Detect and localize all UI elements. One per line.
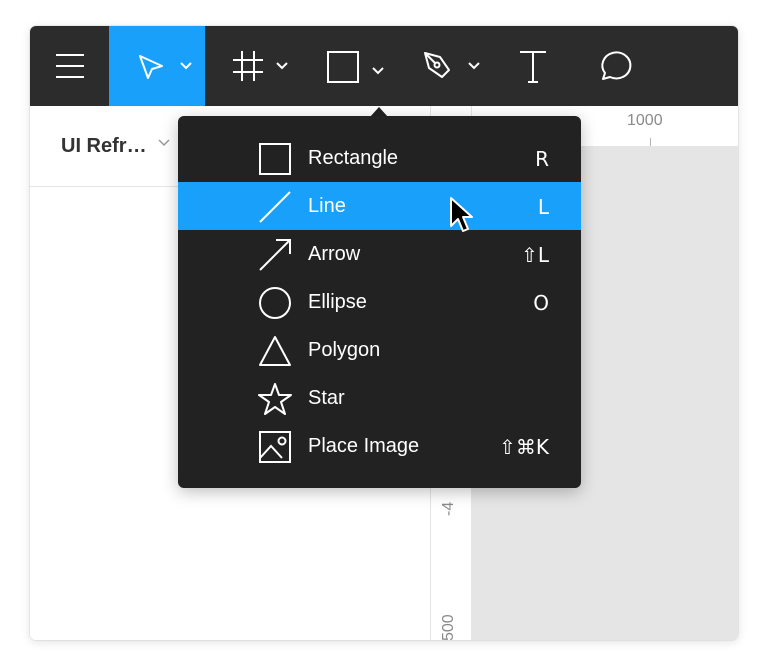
chevron-down-icon[interactable] — [468, 62, 480, 70]
ruler-label: 500 — [440, 614, 457, 640]
mouse-pointer-icon — [450, 197, 473, 232]
text-tool-button[interactable] — [493, 26, 573, 106]
menu-item-shortcut: O — [533, 291, 549, 315]
menu-item-label: Star — [308, 387, 345, 409]
menu-item-arrow[interactable]: Arrow ⇧L — [178, 230, 581, 278]
page-title[interactable]: UI Refr… — [61, 135, 147, 158]
hamburger-menu-icon — [56, 54, 84, 78]
toolbar — [30, 26, 738, 106]
ellipse-icon — [259, 287, 291, 319]
star-icon — [258, 383, 292, 415]
menu-item-shortcut: ⇧⌘K — [499, 435, 549, 459]
chevron-down-icon[interactable] — [276, 62, 288, 70]
chevron-down-icon[interactable] — [372, 67, 384, 75]
comment-icon — [601, 51, 632, 80]
shape-tools-menu: Rectangle R Line L Arrow ⇧L Ellipse O Po… — [178, 116, 581, 488]
frame-tool-button[interactable] — [205, 26, 301, 106]
ruler-tick — [650, 138, 651, 146]
menu-item-label: Polygon — [308, 339, 381, 361]
frame-hash-icon — [233, 51, 263, 81]
menu-item-place-image[interactable]: Place Image ⇧⌘K — [178, 422, 581, 470]
menu-item-polygon[interactable]: Polygon — [178, 326, 581, 374]
rectangle-icon — [327, 51, 359, 83]
menu-item-shortcut: ⇧L — [521, 243, 549, 267]
pen-icon — [424, 52, 450, 78]
menu-item-label: Ellipse — [308, 291, 367, 313]
arrow-icon — [259, 239, 291, 271]
chevron-down-icon[interactable] — [158, 139, 170, 147]
ruler-label: -4 — [440, 501, 457, 516]
shape-tool-button[interactable] — [301, 26, 397, 106]
comment-tool-button[interactable] — [573, 26, 653, 106]
menu-item-shortcut: R — [535, 147, 549, 171]
line-icon — [259, 191, 291, 223]
menu-item-ellipse[interactable]: Ellipse O — [178, 278, 581, 326]
rectangle-icon — [259, 143, 291, 175]
pen-tool-button[interactable] — [397, 26, 493, 106]
menu-item-label: Place Image — [308, 435, 420, 457]
ruler-label: 1000 — [627, 112, 663, 129]
menu-item-star[interactable]: Star — [178, 374, 581, 422]
menu-item-shortcut: L — [537, 195, 549, 219]
menu-item-rectangle[interactable]: Rectangle R — [178, 134, 581, 182]
chevron-down-icon[interactable] — [180, 62, 192, 70]
text-icon — [520, 51, 546, 83]
image-icon — [259, 431, 291, 463]
move-tool-button[interactable] — [109, 26, 205, 106]
menu-item-label: Arrow — [308, 243, 361, 265]
move-arrow-icon — [139, 55, 163, 79]
polygon-icon — [259, 336, 291, 366]
menu-item-label: Rectangle — [308, 147, 399, 169]
menu-item-label: Line — [308, 195, 346, 217]
main-menu-button[interactable] — [30, 26, 109, 106]
menu-item-line[interactable]: Line L — [178, 182, 581, 230]
